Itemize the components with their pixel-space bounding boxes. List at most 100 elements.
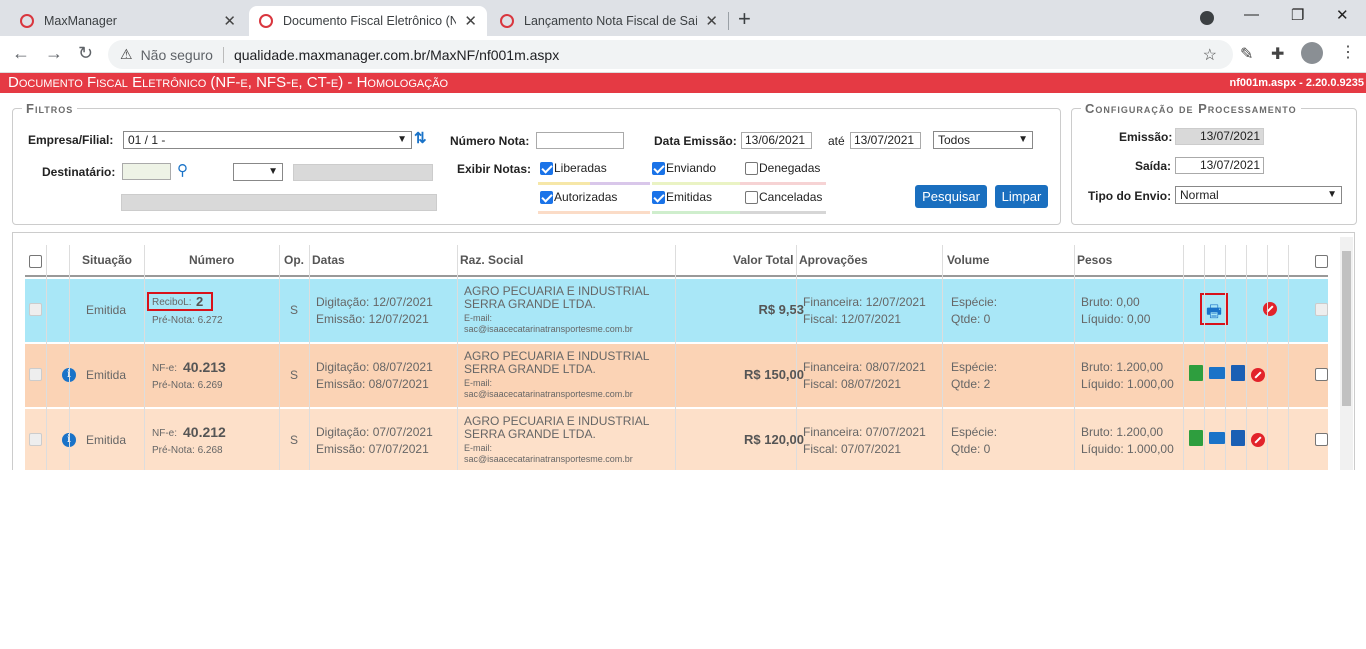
url-bar[interactable]: ⚠ Não seguro qualidade.maxmanager.com.br… <box>108 40 1233 69</box>
table-row[interactable]: i Emitida NF-e: 40.212 Pré-Nota: 6.268 S… <box>25 409 1328 470</box>
header-pesos[interactable]: Pesos <box>1077 253 1112 267</box>
tab-documento-fiscal[interactable]: Documento Fiscal Eletrônico (NF ✕ <box>249 6 487 36</box>
config-emissao-input: 13/07/2021 <box>1175 128 1264 145</box>
todos-value: Todos <box>938 133 971 147</box>
nfe-xml-icon[interactable] <box>1189 365 1203 381</box>
back-arrow-icon[interactable]: ← <box>12 43 30 64</box>
email-send-icon[interactable] <box>1209 367 1225 379</box>
header-numero[interactable]: Número <box>189 253 234 267</box>
numero-nota-input[interactable] <box>536 132 624 149</box>
tipo-envio-select[interactable]: Normal ▼ <box>1175 186 1342 204</box>
denegadas-checkbox[interactable] <box>745 162 758 175</box>
chevron-down-icon: ▼ <box>268 166 278 177</box>
canceladas-checkbox[interactable] <box>745 191 758 204</box>
restore-icon[interactable]: ❐ <box>1291 6 1304 24</box>
header-op[interactable]: Op. <box>284 253 304 267</box>
nfe-danfe-icon[interactable] <box>1231 365 1245 381</box>
scrollbar-thumb[interactable] <box>1342 251 1351 406</box>
close-icon[interactable]: ✕ <box>464 12 477 30</box>
notas-grid: Situação Número Op. Datas Raz. Social Va… <box>12 232 1355 470</box>
search-icon[interactable]: ⚲ <box>177 161 188 179</box>
header-datas[interactable]: Datas <box>312 253 345 267</box>
tab-lancamento-nota[interactable]: Lançamento Nota Fiscal de Saída ✕ <box>490 6 728 36</box>
data-fim-input[interactable]: 13/07/2021 <box>850 132 921 149</box>
liberadas-checkbox[interactable] <box>540 162 553 175</box>
window-close-icon[interactable]: ✕ <box>1336 6 1349 24</box>
column-divider <box>46 245 47 470</box>
forward-arrow-icon[interactable]: → <box>45 43 63 64</box>
config-emissao-label: Emissão: <box>1119 130 1173 144</box>
bookmark-star-icon[interactable]: ☆ <box>1203 45 1217 65</box>
numero-nota-label: Número Nota: <box>450 134 530 148</box>
limpar-button[interactable]: Limpar <box>995 185 1048 208</box>
recibo-prefix: ReciboL: <box>152 297 192 308</box>
config-saida-input[interactable]: 13/07/2021 <box>1175 157 1264 174</box>
column-divider <box>1225 245 1226 470</box>
cancel-icon[interactable] <box>1251 433 1265 447</box>
tab-search-dropdown-icon[interactable] <box>1200 11 1214 25</box>
chevron-down-icon: ▼ <box>1018 134 1028 145</box>
header-valor-total[interactable]: Valor Total <box>733 253 793 267</box>
financeira-cell: Financeira: 12/07/2021 <box>803 295 926 309</box>
digitacao-cell: Digitação: 07/07/2021 <box>316 425 433 439</box>
data-inicio-input[interactable]: 13/06/2021 <box>741 132 812 149</box>
liquido-cell: Líquido: 1.000,00 <box>1081 377 1174 391</box>
razao-line1: AGRO PECUARIA E INDUSTRIAL <box>464 349 650 363</box>
digitacao-cell: Digitação: 12/07/2021 <box>316 295 433 309</box>
tab-maxmanager[interactable]: MaxManager ✕ <box>10 6 246 36</box>
column-divider <box>1204 245 1205 470</box>
cancel-icon[interactable] <box>1263 302 1277 316</box>
close-icon[interactable]: ✕ <box>705 12 718 30</box>
fiscal-cell: Fiscal: 07/07/2021 <box>803 442 902 456</box>
pesquisar-button[interactable]: Pesquisar <box>915 185 987 208</box>
nfe-number[interactable]: 40.213 <box>183 359 226 375</box>
grid-header: Situação Número Op. Datas Raz. Social Va… <box>25 245 1328 277</box>
emitidas-checkbox[interactable] <box>652 191 665 204</box>
minimize-icon[interactable]: — <box>1244 6 1259 23</box>
header-volume[interactable]: Volume <box>947 253 989 267</box>
nfe-number[interactable]: 40.212 <box>183 424 226 440</box>
autorizadas-checkbox[interactable] <box>540 191 553 204</box>
email-send-icon[interactable] <box>1209 432 1225 444</box>
empresa-select[interactable]: 01 / 1 - ▼ <box>123 131 412 149</box>
header-aprovacoes[interactable]: Aprovações <box>799 253 868 267</box>
header-situacao[interactable]: Situação <box>82 253 132 267</box>
row-right-checkbox[interactable] <box>1315 433 1328 446</box>
chevron-down-icon: ▼ <box>1327 189 1337 200</box>
enviando-checkbox[interactable] <box>652 162 665 175</box>
grid-scrollbar[interactable] <box>1340 237 1353 470</box>
column-divider <box>1267 245 1268 470</box>
refresh-icon[interactable]: ⇅ <box>414 129 427 147</box>
nfe-xml-icon[interactable] <box>1189 430 1203 446</box>
url-separator <box>222 46 224 63</box>
recibo-number[interactable]: 2 <box>196 294 203 309</box>
status-todos-select[interactable]: Todos ▼ <box>933 131 1033 149</box>
browser-menu-icon[interactable]: ⋮ <box>1340 42 1356 62</box>
bruto-cell: Bruto: 1.200,00 <box>1081 360 1164 374</box>
table-row[interactable]: i Emitida NF-e: 40.213 Pré-Nota: 6.269 S… <box>25 344 1328 408</box>
destinatario-type-select[interactable]: ▼ <box>233 163 283 181</box>
select-all-checkbox[interactable] <box>29 255 42 268</box>
denegadas-label: Denegadas <box>759 161 821 175</box>
header-razao-social[interactable]: Raz. Social <box>460 253 523 267</box>
print-icon[interactable]: 🖶 <box>1206 299 1222 328</box>
autorizadas-label: Autorizadas <box>554 190 618 204</box>
reload-icon[interactable]: ↻ <box>78 43 93 64</box>
situacao-cell: Emitida <box>86 433 127 447</box>
qtde-cell: Qtde: 0 <box>951 312 991 326</box>
page-title-banner: Documento Fiscal Eletrônico (NF-e, NFS-e… <box>0 73 1366 93</box>
extensions-puzzle-icon[interactable]: ✚ <box>1271 44 1284 64</box>
cancel-icon[interactable] <box>1251 368 1265 382</box>
profile-avatar[interactable] <box>1301 42 1323 64</box>
close-icon[interactable]: ✕ <box>223 12 236 30</box>
enviando-label: Enviando <box>666 161 717 175</box>
new-tab-plus-icon[interactable]: + <box>738 6 751 32</box>
razao-line2: SERRA GRANDE LTDA. <box>464 362 596 376</box>
exibir-notas-label: Exibir Notas: <box>457 162 532 176</box>
row-right-checkbox[interactable] <box>1315 368 1328 381</box>
eyedropper-extension-icon[interactable]: ✎ <box>1240 44 1253 64</box>
destinatario-code-input[interactable] <box>122 163 171 180</box>
table-row[interactable]: Emitida ReciboL: 2 Pré-Nota: 6.272 S Dig… <box>25 279 1328 343</box>
header-right-checkbox[interactable] <box>1315 255 1328 268</box>
nfe-danfe-icon[interactable] <box>1231 430 1245 446</box>
